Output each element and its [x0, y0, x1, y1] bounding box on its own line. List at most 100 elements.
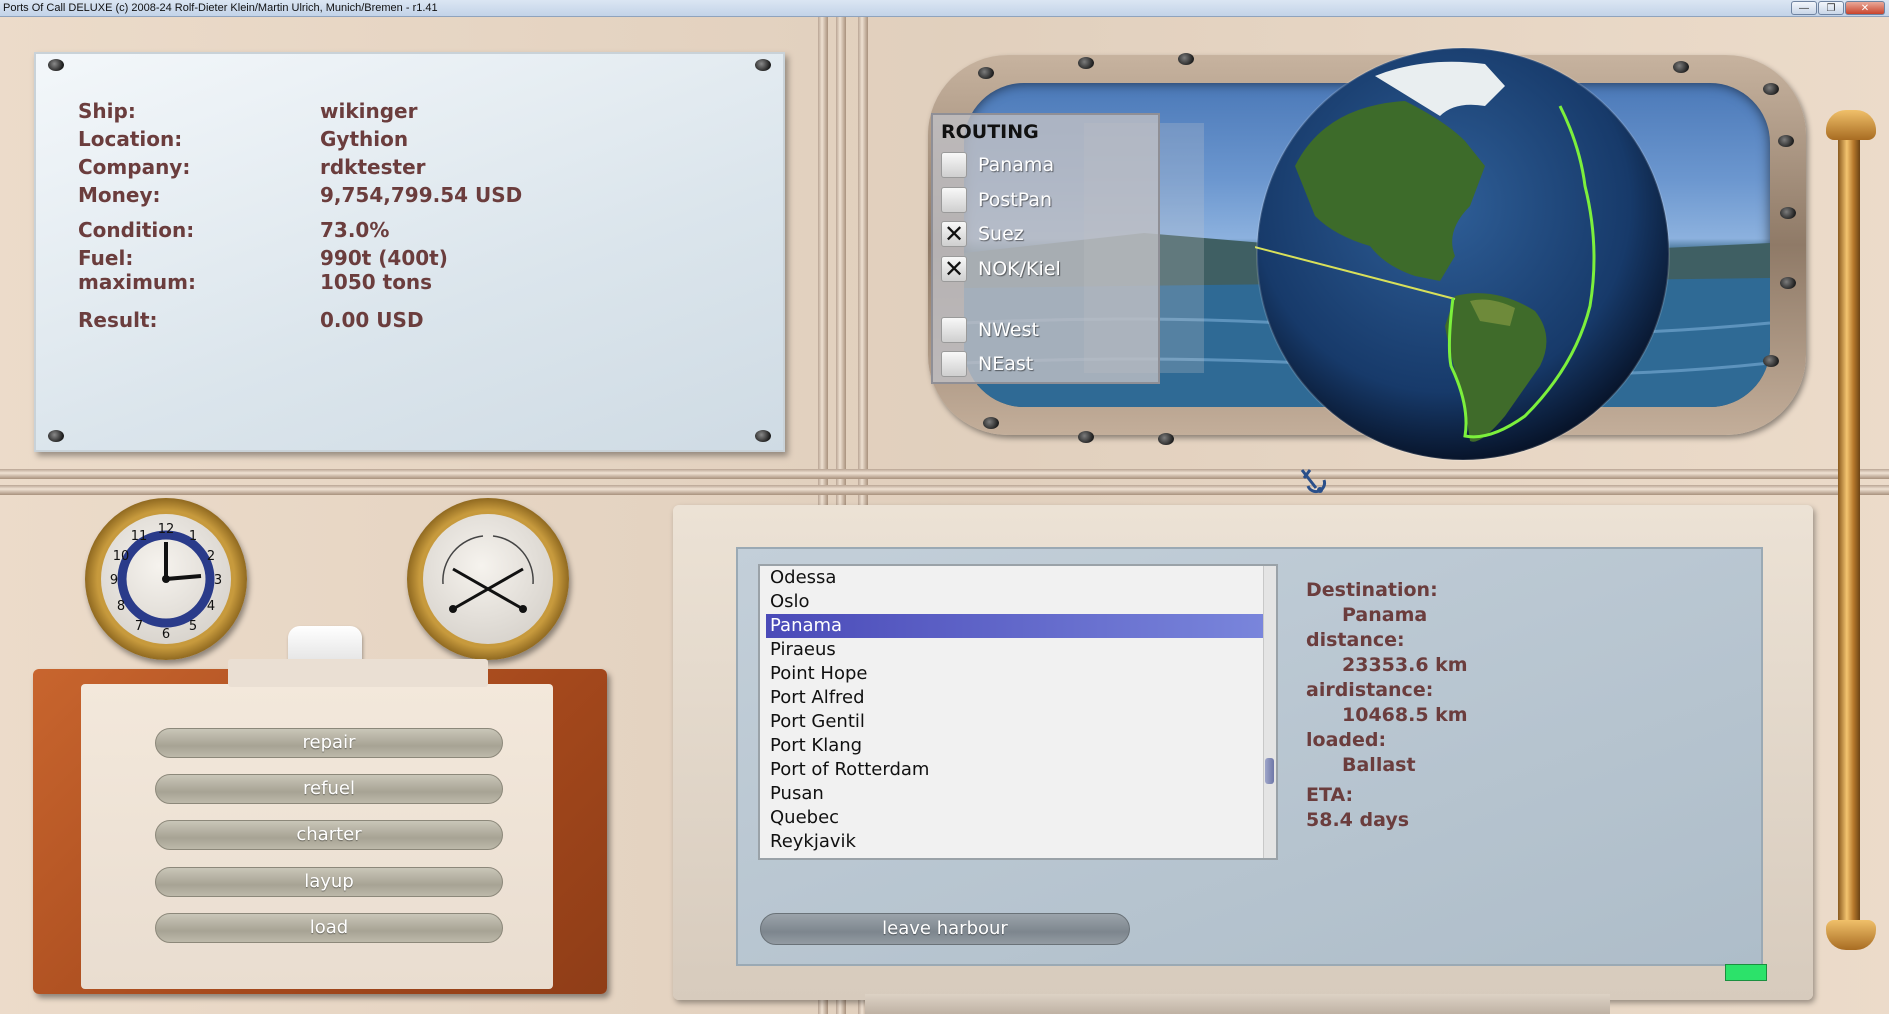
screw [755, 59, 771, 71]
clock-numeral: 6 [162, 627, 170, 642]
port-list-item[interactable]: Port of Rotterdam [760, 758, 1276, 782]
info-value: 990t (400t) [320, 246, 448, 270]
airdistance-value: 10468.5 km [1342, 704, 1468, 726]
eta-label: ETA: [1306, 784, 1354, 806]
clock-numeral: 7 [135, 619, 143, 634]
info-value: 73.0% [320, 218, 390, 242]
rivet [1078, 431, 1094, 443]
clock-numeral: 2 [207, 549, 215, 564]
routing-checkbox[interactable] [941, 152, 967, 178]
close-button[interactable]: ✕ [1845, 1, 1885, 15]
clock-numeral: 4 [207, 599, 215, 614]
routing-option-label: Suez [978, 223, 1024, 245]
routing-panel: ROUTING Panama PostPan ✕ Suez ✕ NOK/Kiel… [931, 113, 1160, 384]
routing-option-label: Panama [978, 154, 1055, 176]
charter-button[interactable]: charter [155, 820, 503, 850]
ship-info-plate: Ship: wikinger Location: Gythion Company… [34, 52, 785, 452]
clock-numeral: 10 [113, 549, 130, 564]
port-list-item[interactable]: Odessa [760, 566, 1276, 590]
ship-clock: 12 1 2 3 4 5 6 7 8 9 10 11 [85, 498, 247, 660]
routing-checkbox[interactable] [941, 317, 967, 343]
routing-option-panama[interactable]: Panama [941, 151, 1054, 179]
routing-title: ROUTING [941, 121, 1039, 143]
rivet [1673, 61, 1689, 73]
routing-checkbox[interactable]: ✕ [941, 221, 967, 247]
thermo-dial [442, 535, 534, 613]
hygrometer-scale [492, 535, 534, 585]
wall-pipe-horizontal [0, 469, 1889, 479]
rivet [1780, 277, 1796, 289]
port-list-scroll-thumb[interactable] [1265, 758, 1274, 784]
maximize-button[interactable]: ❐ [1818, 1, 1844, 15]
window-titlebar: Ports Of Call DELUXE (c) 2008-24 Rolf-Di… [0, 0, 1889, 17]
window-controls: — ❐ ✕ [1791, 1, 1885, 15]
info-value: 9,754,799.54 USD [320, 183, 523, 207]
port-list-item[interactable]: Port Alfred [760, 686, 1276, 710]
screw [48, 59, 64, 71]
clock-numeral: 3 [214, 573, 222, 588]
leave-harbour-button[interactable]: leave harbour [760, 913, 1130, 945]
info-label: Location: [78, 127, 183, 151]
port-list-item[interactable]: Reykjavik [760, 830, 1276, 854]
repair-button[interactable]: repair [155, 728, 503, 758]
port-list-item[interactable]: Point Hope [760, 662, 1276, 686]
rivet [1078, 57, 1094, 69]
rivet [978, 67, 994, 79]
port-list-item[interactable]: Piraeus [760, 638, 1276, 662]
port-list-item[interactable]: Pusan [760, 782, 1276, 806]
info-label: Ship: [78, 99, 136, 123]
port-list-item[interactable]: Port Klang [760, 734, 1276, 758]
routing-option-label: PostPan [978, 189, 1053, 211]
port-list-item[interactable]: Oslo [760, 590, 1276, 614]
airdistance-label: airdistance: [1306, 679, 1434, 701]
clipboard-paper-tab [228, 659, 488, 687]
eta-value: 58.4 days [1306, 809, 1410, 831]
routing-option-postpan[interactable]: PostPan [941, 186, 1052, 214]
monitor-screen: Odessa Oslo Panama Piraeus Point Hope Port Al… [736, 547, 1763, 966]
thermo-hygrometer [407, 498, 569, 660]
rivet [1763, 355, 1779, 367]
screw [755, 430, 771, 442]
minimize-button[interactable]: — [1791, 1, 1817, 15]
port-list[interactable]: Odessa Oslo Panama Piraeus Point Hope Port Al… [758, 564, 1278, 860]
layup-button[interactable]: layup [155, 867, 503, 897]
info-value: 1050 tons [320, 270, 433, 294]
routing-checkbox[interactable] [941, 351, 967, 377]
info-value: wikinger [320, 99, 418, 123]
rivet [1763, 83, 1779, 95]
route-globe[interactable] [1255, 46, 1671, 462]
rivet [1780, 207, 1796, 219]
loaded-label: loaded: [1306, 729, 1387, 751]
refuel-button[interactable]: refuel [155, 774, 503, 804]
clock-numeral: 9 [110, 573, 118, 588]
thermometer-scale [442, 535, 484, 585]
clock-numeral: 12 [158, 522, 175, 537]
info-label: Condition: [78, 218, 195, 242]
destination-label: Destination: [1306, 579, 1438, 601]
window-title: Ports Of Call DELUXE (c) 2008-24 Rolf-Di… [3, 2, 438, 14]
info-value: Gythion [320, 127, 409, 151]
load-button[interactable]: load [155, 913, 503, 943]
routing-option-neast[interactable]: NEast [941, 350, 1033, 378]
clock-numeral: 1 [189, 529, 197, 544]
clock-face: 12 1 2 3 4 5 6 7 8 9 10 11 [101, 514, 231, 644]
routing-checkbox[interactable] [941, 187, 967, 213]
port-list-item[interactable]: Panama [766, 614, 1270, 638]
routing-option-nok-kiel[interactable]: ✕ NOK/Kiel [941, 255, 1061, 283]
wall-pipe-horizontal [0, 485, 1889, 495]
brass-pipe-elbow [1826, 920, 1876, 950]
monitor-base [865, 994, 1610, 1014]
brass-pipe [1838, 120, 1860, 930]
distance-label: distance: [1306, 629, 1405, 651]
screw [48, 430, 64, 442]
port-list-item[interactable]: Port Gentil [760, 710, 1276, 734]
rivet [1158, 433, 1174, 445]
routing-option-suez[interactable]: ✕ Suez [941, 220, 1024, 248]
clock-numeral: 5 [189, 619, 197, 634]
rivet [983, 417, 999, 429]
port-list-item[interactable]: Quebec [760, 806, 1276, 830]
info-label: Money: [78, 183, 161, 207]
routing-option-nwest[interactable]: NWest [941, 316, 1039, 344]
port-list-scrollbar[interactable] [1263, 566, 1276, 858]
routing-checkbox[interactable]: ✕ [941, 256, 967, 282]
